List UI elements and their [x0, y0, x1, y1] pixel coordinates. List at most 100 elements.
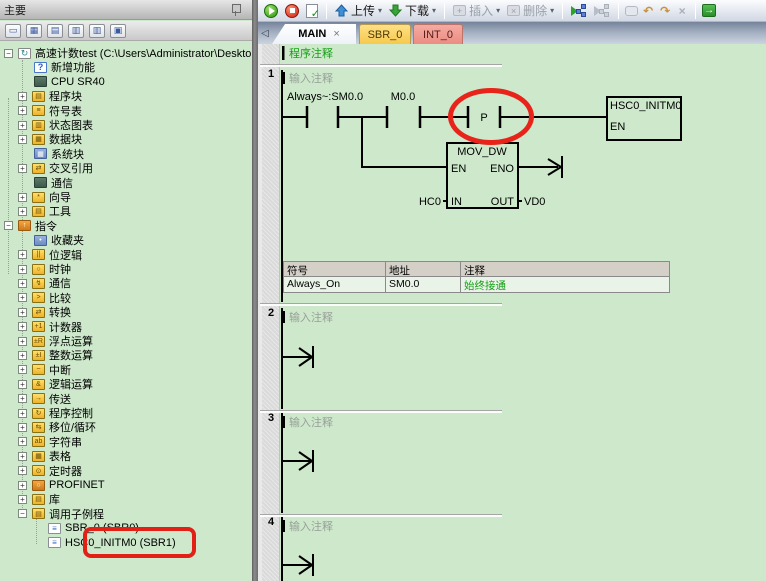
expand-icon[interactable]: + — [18, 466, 27, 475]
tree-item--[interactable]: −▤调用子例程 — [18, 507, 104, 521]
expand-icon[interactable]: + — [18, 337, 27, 346]
tree-item--[interactable]: +>比较 — [18, 291, 71, 305]
tree-item--[interactable]: ?新增功能 — [18, 60, 95, 74]
expand-icon[interactable]: + — [18, 351, 27, 360]
data-block-icon[interactable]: ▥ — [68, 24, 84, 38]
tree-item--[interactable]: +⇆移位/循环 — [18, 420, 96, 434]
delete-button[interactable]: × 删除 ▾ — [505, 1, 556, 20]
tree-item--[interactable]: +↻程序控制 — [18, 406, 93, 420]
contact-label[interactable]: M0.0 — [391, 91, 415, 103]
expand-icon[interactable]: + — [18, 250, 27, 259]
ladder-editor[interactable]: 1 2 3 4 程序注释 输入注释 输入注释 输入注释 输入注释 — [258, 44, 766, 581]
mov-in-operand[interactable]: HC0 — [419, 196, 441, 208]
pin-icon[interactable] — [231, 3, 240, 16]
tree-item--[interactable]: +▦表格 — [18, 449, 71, 463]
cross-reference-icon[interactable]: ▥ — [89, 24, 105, 38]
tree-item--[interactable]: +±R浮点运算 — [18, 334, 93, 348]
comment-cell[interactable]: 始终接通 — [461, 277, 669, 292]
tree-item--[interactable]: −↑指令 — [4, 219, 57, 233]
expand-icon[interactable]: + — [18, 423, 27, 432]
tree-item--[interactable]: +▤程序块 — [18, 89, 82, 103]
upload-caret-icon[interactable]: ▾ — [378, 6, 382, 15]
expand-icon[interactable]: + — [18, 322, 27, 331]
expand-icon[interactable]: + — [18, 207, 27, 216]
collapse-icon[interactable]: − — [4, 49, 13, 58]
download-caret-icon[interactable]: ▾ — [432, 6, 436, 15]
expand-icon[interactable]: + — [18, 164, 27, 173]
expand-icon[interactable]: + — [18, 452, 27, 461]
program-block-icon[interactable]: ▭ — [5, 24, 21, 38]
tree-item--[interactable]: ++1计数器 — [18, 320, 82, 334]
tree-item--test-c-users-administrator-desktop-[interactable]: −↻高速计数test (C:\Users\Administrator\Deskt… — [4, 46, 252, 60]
expand-icon[interactable]: + — [18, 135, 27, 144]
collapse-icon[interactable]: − — [4, 221, 13, 230]
tree-item--[interactable]: +⊙定时器 — [18, 464, 82, 478]
tree-item--[interactable]: +▤工具 — [18, 204, 71, 218]
redo-icon[interactable]: ↷ — [658, 5, 672, 17]
expand-icon[interactable]: + — [18, 394, 27, 403]
tab-int_0[interactable]: INT_0 — [413, 24, 463, 44]
tab-scroll-left-icon[interactable]: ◁ — [258, 22, 272, 44]
expand-icon[interactable]: + — [18, 106, 27, 115]
program-status-button[interactable] — [569, 3, 589, 18]
tree-item--[interactable]: +⇄转换 — [18, 305, 71, 319]
expand-icon[interactable]: + — [18, 409, 27, 418]
mov-box-title[interactable]: MOV_DW — [457, 146, 507, 158]
collapse-icon[interactable]: − — [18, 509, 27, 518]
stop-button[interactable] — [283, 3, 301, 19]
expand-icon[interactable]: + — [18, 293, 27, 302]
tree-item--[interactable]: +▦数据块 — [18, 132, 82, 146]
expand-icon[interactable]: + — [18, 437, 27, 446]
goto-icon[interactable]: → — [702, 4, 716, 17]
run-button[interactable] — [262, 3, 280, 19]
expand-icon[interactable]: + — [18, 279, 27, 288]
tab-close-icon[interactable]: × — [333, 28, 339, 40]
tree-item--[interactable]: +≡符号表 — [18, 104, 82, 118]
symbol-table-row[interactable]: Always_On SM0.0 始终接通 — [284, 277, 669, 292]
tree-item--[interactable]: +*向导 — [18, 190, 71, 204]
symbol-cell[interactable]: Always_On — [284, 277, 386, 292]
tree-item--[interactable]: 通信 — [18, 176, 73, 190]
expand-icon[interactable]: + — [18, 481, 27, 490]
tree-item--[interactable]: +⇄交叉引用 — [18, 161, 93, 175]
pause-status-button[interactable] — [592, 3, 612, 18]
insert-button[interactable]: + 插入 ▾ — [451, 1, 502, 20]
tree-item--[interactable]: +±I整数运算 — [18, 348, 93, 362]
tree-item--[interactable]: +▤库 — [18, 492, 60, 506]
tree-item--[interactable]: +||位逻辑 — [18, 248, 82, 262]
tree-item--[interactable]: +~中断 — [18, 363, 71, 377]
tree-item--[interactable]: +▥状态图表 — [18, 118, 93, 132]
contact-label[interactable]: Always~:SM0.0 — [287, 91, 363, 103]
expand-icon[interactable]: + — [18, 193, 27, 202]
communication-icon[interactable]: ▣ — [110, 24, 126, 38]
symbol-table-icon[interactable]: ▦ — [26, 24, 42, 38]
download-button[interactable]: 下载 ▾ — [387, 1, 438, 20]
tree-item--[interactable]: +○时钟 — [18, 262, 71, 276]
expand-icon[interactable]: + — [18, 365, 27, 374]
tree-item-cpu-sr40[interactable]: CPU SR40 — [18, 75, 105, 89]
clear-icon[interactable]: × — [675, 5, 689, 17]
tab-sbr_0[interactable]: SBR_0 — [359, 24, 411, 44]
tree-item--[interactable]: +↯通信 — [18, 276, 71, 290]
expand-icon[interactable]: + — [18, 92, 27, 101]
upload-button[interactable]: 上传 ▾ — [333, 1, 384, 20]
expand-icon[interactable]: + — [18, 495, 27, 504]
expand-icon[interactable]: + — [18, 121, 27, 130]
tree-item--[interactable]: +ab字符串 — [18, 435, 82, 449]
tab-main[interactable]: MAIN× — [272, 24, 356, 44]
expand-icon[interactable]: + — [18, 308, 27, 317]
tree-item--[interactable]: +&逻辑运算 — [18, 377, 93, 391]
undo-icon[interactable]: ↶ — [641, 5, 655, 17]
selection-box-icon[interactable] — [625, 6, 638, 16]
mov-out-operand[interactable]: VD0 — [524, 196, 545, 208]
tree-item-profinet[interactable]: +○PROFINET — [18, 478, 105, 492]
subroutine-call-box-title[interactable]: HSC0_INITM0 — [610, 100, 682, 112]
compile-button[interactable]: ✓ — [304, 3, 320, 19]
tree-item--[interactable]: ▦系统块 — [18, 147, 84, 161]
expand-icon[interactable]: + — [18, 265, 27, 274]
status-chart-icon[interactable]: ▤ — [47, 24, 63, 38]
address-cell[interactable]: SM0.0 — [386, 277, 461, 292]
tree-item--[interactable]: •收藏夹 — [18, 233, 84, 247]
expand-icon[interactable]: + — [18, 380, 27, 389]
tree-item--[interactable]: +→传送 — [18, 392, 71, 406]
